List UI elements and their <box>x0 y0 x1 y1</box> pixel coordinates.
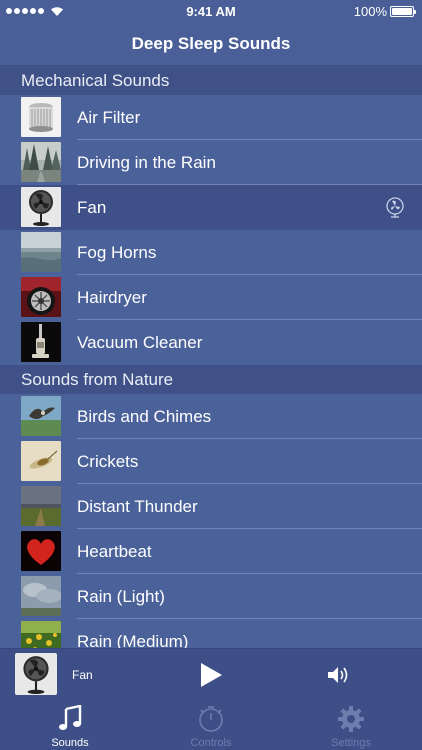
cricket-thumbnail <box>21 441 61 481</box>
list-item-label: Hairdryer <box>77 288 147 307</box>
tab-label: Sounds <box>51 737 89 749</box>
tab-label: Controls <box>190 737 232 749</box>
tab-settings[interactable]: Settings <box>281 700 421 750</box>
list-item-fan[interactable]: Fan <box>0 185 422 230</box>
now-playing-bar[interactable]: Fan <box>0 648 422 700</box>
battery-percentage: 100% <box>353 4 387 19</box>
flower-field-thumbnail <box>21 621 61 648</box>
list-item-label: Vacuum Cleaner <box>77 333 203 352</box>
navigation-bar: Deep Sleep Sounds <box>0 24 422 66</box>
page-title: Deep Sleep Sounds <box>131 34 291 53</box>
list-item-rain-light[interactable]: Rain (Light) <box>0 574 422 619</box>
list-item-label: Air Filter <box>77 108 141 127</box>
now-playing-thumbnail <box>15 653 57 695</box>
section-header-nature: Sounds from Nature <box>0 365 422 394</box>
vacuum-thumbnail <box>21 322 61 362</box>
list-item-hairdryer[interactable]: Hairdryer <box>0 275 422 320</box>
list-item-vacuum-cleaner[interactable]: Vacuum Cleaner <box>0 320 422 365</box>
air-filter-thumbnail <box>21 97 61 137</box>
list-item-driving-in-the-rain[interactable]: Driving in the Rain <box>0 140 422 185</box>
tab-bar: Sounds Controls Settings <box>0 700 422 750</box>
list-item-air-filter[interactable]: Air Filter <box>0 95 422 140</box>
misty-water-thumbnail <box>21 232 61 272</box>
status-bar: 9:41 AM 100% <box>0 0 422 24</box>
list-item-birds-and-chimes[interactable]: Birds and Chimes <box>0 394 422 439</box>
list-item-label: Rain (Light) <box>77 587 165 606</box>
sound-list[interactable]: Mechanical Sounds Air Filter Driving in … <box>0 66 422 648</box>
list-item-label: Fog Horns <box>77 243 157 262</box>
now-playing-title: Fan <box>72 668 93 682</box>
timer-icon <box>199 706 223 732</box>
section-header-mechanical: Mechanical Sounds <box>0 66 422 95</box>
list-item-crickets[interactable]: Crickets <box>0 439 422 484</box>
list-item-heartbeat[interactable]: Heartbeat <box>0 529 422 574</box>
play-icon[interactable] <box>199 662 223 688</box>
list-item-label: Birds and Chimes <box>77 407 212 426</box>
battery-icon <box>390 6 416 17</box>
tab-controls[interactable]: Controls <box>141 700 281 750</box>
list-item-distant-thunder[interactable]: Distant Thunder <box>0 484 422 529</box>
list-item-label: Crickets <box>77 452 139 471</box>
list-item-label: Driving in the Rain <box>77 153 216 172</box>
forest-road-thumbnail <box>21 142 61 182</box>
gear-icon <box>338 706 364 732</box>
car-wheel-thumbnail <box>21 277 61 317</box>
cloudy-sky-thumbnail <box>21 576 61 616</box>
list-item-label: Fan <box>77 198 107 217</box>
tab-label: Settings <box>331 737 371 749</box>
bird-thumbnail <box>21 396 61 436</box>
storm-field-thumbnail <box>21 486 61 526</box>
heart-thumbnail <box>21 531 61 571</box>
fan-thumbnail <box>21 187 61 227</box>
music-note-icon <box>59 705 82 730</box>
list-item-label: Heartbeat <box>77 542 152 561</box>
volume-icon[interactable] <box>327 665 351 685</box>
tab-sounds[interactable]: Sounds <box>0 700 140 750</box>
list-item-fog-horns[interactable]: Fog Horns <box>0 230 422 275</box>
list-item-label: Distant Thunder <box>77 497 198 516</box>
list-item-rain-medium[interactable]: Rain (Medium) <box>0 619 422 648</box>
list-item-label: Rain (Medium) <box>77 632 189 648</box>
fan-playing-icon <box>386 197 404 218</box>
